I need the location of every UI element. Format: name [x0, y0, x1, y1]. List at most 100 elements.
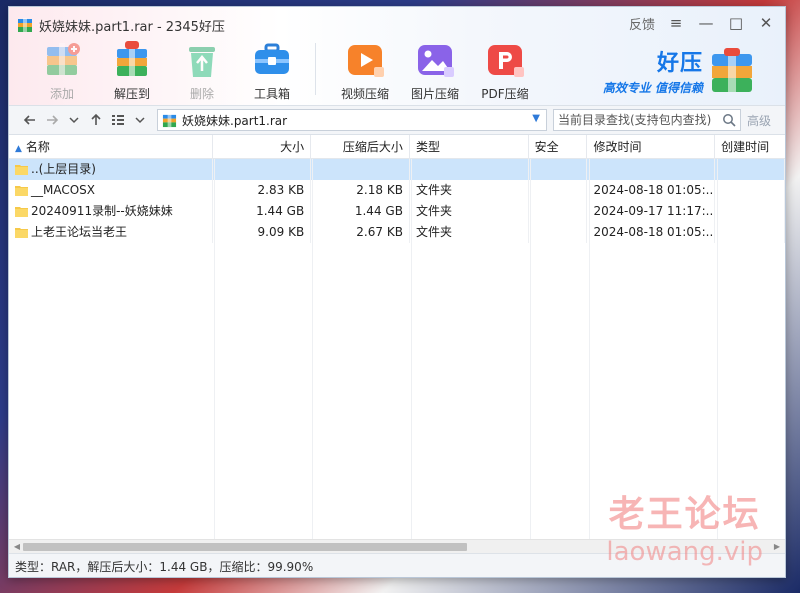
brand-name: 好压	[656, 51, 703, 76]
chevron-down-icon	[69, 117, 79, 124]
table-row[interactable]: 上老王论坛当老王 9.09 KB 2.67 KB 文件夹 2024-08-18 …	[9, 222, 785, 243]
cell-name: ..(上层目录)	[9, 159, 214, 180]
cell-type	[410, 159, 529, 180]
add-label: 添加	[49, 87, 74, 101]
table-header: ▲ 名称 大小 压缩后大小 类型 安全 修改时间 创建时间	[9, 135, 785, 159]
window-controls: 反馈 ≡ — □ ✕	[623, 11, 781, 35]
window-title: 妖娆妹妹.part1.rar - 2345好压	[39, 19, 225, 35]
header: 妖娆妹妹.part1.rar - 2345好压 反馈 ≡ — □ ✕ 添加 解压…	[9, 7, 785, 105]
column-modified[interactable]: 修改时间	[587, 135, 716, 159]
brand-text: 好压 高效专业 值得信赖	[603, 45, 703, 96]
toolbar: 添加 解压到 删除 工具箱 视频压缩 图片压缩 PDF压缩	[27, 39, 540, 102]
path-text: 妖娆妹妹.part1.rar	[182, 113, 288, 128]
folder-icon	[15, 165, 28, 175]
close-button[interactable]: ✕	[751, 11, 781, 35]
menu-button[interactable]: ≡	[661, 11, 691, 35]
scroll-left-icon[interactable]: ◀	[11, 541, 23, 553]
toolbox-button[interactable]: 工具箱	[237, 39, 307, 102]
column-security[interactable]: 安全	[529, 135, 588, 159]
pdf-compress-button[interactable]: PDF压缩	[470, 39, 540, 102]
minimize-button[interactable]: —	[691, 11, 721, 35]
search-field[interactable]	[553, 109, 741, 131]
toolbox-label: 工具箱	[253, 87, 290, 101]
extract-icon	[117, 41, 147, 76]
cell-size: 1.44 GB	[213, 201, 312, 222]
cell-modified: 2024-08-18 01:05:...	[587, 180, 716, 201]
delete-label: 删除	[189, 87, 214, 101]
arrow-right-icon	[47, 115, 59, 125]
cell-packed: 1.44 GB	[311, 201, 410, 222]
brand: 好压 高效专业 值得信赖	[603, 45, 755, 96]
video-compress-label: 视频压缩	[340, 87, 389, 101]
brand-logo-icon	[712, 47, 752, 92]
cell-packed	[311, 159, 410, 180]
column-created[interactable]: 创建时间	[715, 135, 785, 159]
chevron-down-icon	[135, 117, 145, 124]
cell-size: 9.09 KB	[213, 222, 312, 243]
back-button[interactable]	[19, 109, 41, 131]
archive-icon	[18, 18, 32, 32]
extract-label: 解压到	[113, 87, 150, 101]
cell-created	[715, 180, 785, 201]
list-view-icon	[112, 115, 124, 125]
archive-icon	[162, 113, 177, 127]
cell-modified	[587, 159, 716, 180]
delete-button[interactable]: 删除	[167, 39, 237, 102]
folder-icon	[15, 186, 28, 196]
column-type[interactable]: 类型	[410, 135, 529, 159]
cell-packed: 2.67 KB	[311, 222, 410, 243]
video-icon	[348, 45, 384, 77]
pdf-compress-label: PDF压缩	[481, 87, 529, 101]
image-icon	[418, 45, 454, 77]
table-row[interactable]: __MACOSX 2.83 KB 2.18 KB 文件夹 2024-08-18 …	[9, 180, 785, 201]
cell-size	[213, 159, 312, 180]
pdf-icon	[488, 45, 524, 77]
feedback-button[interactable]: 反馈	[623, 11, 661, 35]
cell-modified: 2024-08-18 01:05:...	[587, 222, 716, 243]
cell-name: 20240911录制--妖娆妹妹	[9, 201, 214, 222]
scroll-right-icon[interactable]: ▶	[771, 541, 783, 553]
image-compress-button[interactable]: 图片压缩	[400, 39, 470, 102]
folder-icon	[15, 228, 28, 238]
extract-button[interactable]: 解压到	[97, 39, 167, 102]
cell-type: 文件夹	[410, 180, 529, 201]
search-icon[interactable]	[722, 113, 736, 127]
path-dropdown-icon[interactable]: ▼	[532, 113, 540, 124]
image-compress-label: 图片压缩	[410, 87, 459, 101]
cell-security	[529, 201, 588, 222]
brand-slogan: 高效专业 值得信赖	[602, 81, 703, 95]
up-button[interactable]	[85, 109, 107, 131]
toolbox-icon	[255, 43, 289, 74]
scroll-thumb[interactable]	[23, 543, 467, 551]
file-list: ▲ 名称 大小 压缩后大小 类型 安全 修改时间 创建时间 ..(上层目录) __…	[9, 135, 785, 539]
advanced-search-link[interactable]: 高级	[747, 112, 771, 129]
horizontal-scrollbar[interactable]: ◀ ▶	[9, 539, 785, 553]
sort-asc-icon: ▲	[15, 144, 22, 154]
history-dropdown[interactable]	[63, 109, 85, 131]
column-packed-size[interactable]: 压缩后大小	[311, 135, 410, 159]
add-button[interactable]: 添加	[27, 39, 97, 102]
table-row[interactable]: 20240911录制--妖娆妹妹 1.44 GB 1.44 GB 文件夹 202…	[9, 201, 785, 222]
column-size[interactable]: 大小	[213, 135, 312, 159]
table-row-parent[interactable]: ..(上层目录)	[9, 159, 785, 180]
forward-button[interactable]	[41, 109, 63, 131]
maximize-button[interactable]: □	[721, 11, 751, 35]
cell-type: 文件夹	[410, 222, 529, 243]
cell-security	[529, 180, 588, 201]
cell-security	[529, 222, 588, 243]
app-window: 妖娆妹妹.part1.rar - 2345好压 反馈 ≡ — □ ✕ 添加 解压…	[8, 6, 786, 578]
cell-created	[715, 201, 785, 222]
video-compress-button[interactable]: 视频压缩	[330, 39, 400, 102]
cell-packed: 2.18 KB	[311, 180, 410, 201]
search-input[interactable]	[558, 113, 718, 127]
view-mode-button[interactable]	[107, 109, 129, 131]
cell-name: 上老王论坛当老王	[9, 222, 214, 243]
toolbar-separator	[315, 43, 316, 95]
path-field[interactable]: 妖娆妹妹.part1.rar ▼	[157, 109, 547, 131]
column-name[interactable]: ▲ 名称	[9, 135, 214, 159]
cell-created	[715, 159, 785, 180]
cell-modified: 2024-09-17 11:17:...	[587, 201, 716, 222]
cell-created	[715, 222, 785, 243]
view-mode-dropdown[interactable]	[129, 109, 151, 131]
cell-type: 文件夹	[410, 201, 529, 222]
